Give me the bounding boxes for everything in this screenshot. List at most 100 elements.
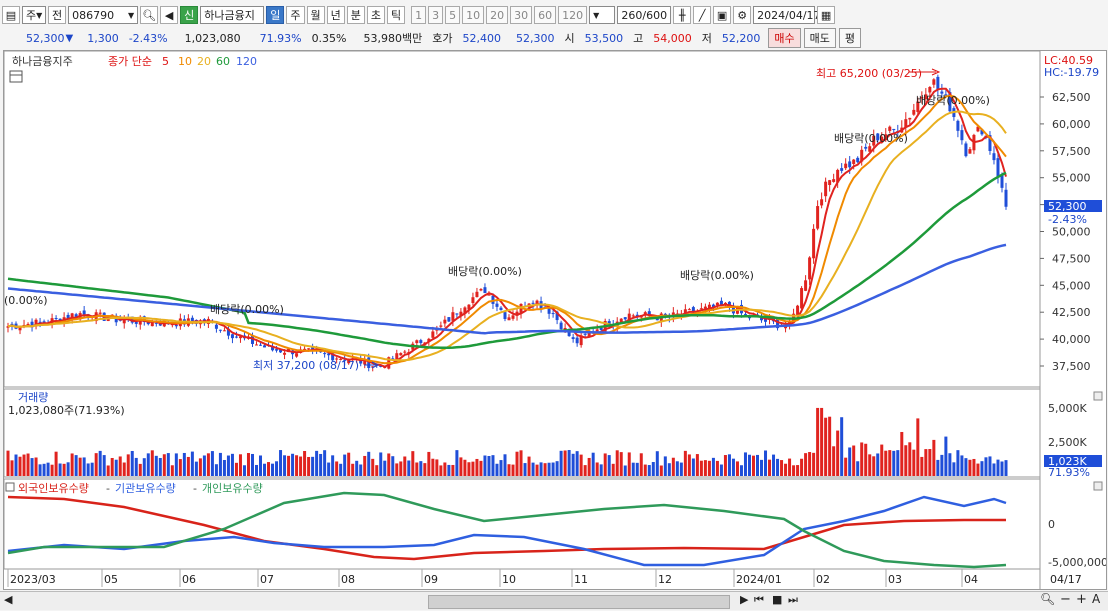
period-tab-2[interactable]: 월 <box>306 6 325 24</box>
period-tab-0[interactable]: 일 <box>266 6 285 24</box>
interval-tab-10[interactable]: 10 <box>462 6 485 24</box>
volume-bar <box>499 460 503 476</box>
interval-tab-20[interactable]: 20 <box>486 6 509 24</box>
volume-bar <box>920 456 924 476</box>
holders-panel-menu-icon[interactable] <box>1093 481 1103 491</box>
scroll-right-icon[interactable]: ▶ <box>740 593 748 606</box>
volume-bar <box>10 460 14 476</box>
buy-button[interactable]: 매수 <box>768 28 801 48</box>
xaxis-label: 05 <box>104 573 118 586</box>
candle-icon[interactable]: ╫ <box>673 6 692 24</box>
minus-icon[interactable]: − <box>1060 592 1071 607</box>
save-icon[interactable]: ▣ <box>713 6 732 24</box>
holders-checkbox[interactable] <box>5 482 15 492</box>
volume-bar <box>359 464 363 476</box>
volume-bar <box>503 454 507 476</box>
volume-bar <box>884 450 888 476</box>
candle-body <box>844 163 848 169</box>
speaker-icon[interactable]: ◀ <box>160 6 179 24</box>
low-label: 저 <box>701 32 712 45</box>
prev-button[interactable]: 전 <box>48 6 67 24</box>
price-ytick-label: 42,500 <box>1052 306 1091 319</box>
candle-body <box>996 158 1000 178</box>
volume-bar <box>719 464 723 476</box>
candle-body <box>631 315 635 317</box>
volume-bar <box>339 463 343 476</box>
volume-bar <box>178 459 182 476</box>
volume-bar <box>800 458 804 476</box>
volume-bar <box>651 462 655 476</box>
volume-bar <box>808 452 812 476</box>
chart-area[interactable]: 하나금융지주 종가 단순 5 10 20 60 120 LC:40.59 HC:… <box>3 50 1107 590</box>
interval-tab-120[interactable]: 120 <box>558 6 588 24</box>
stock-chart[interactable]: 하나금융지주 종가 단순 5 10 20 60 120 LC:40.59 HC:… <box>4 51 1106 589</box>
stop-icon[interactable]: ■ <box>772 593 782 606</box>
code-input[interactable]: 086790 ▼ <box>68 6 139 24</box>
volume-panel-menu-icon[interactable] <box>1093 391 1103 401</box>
volume-bar <box>351 463 355 476</box>
first-icon[interactable]: ⏮ <box>754 593 764 607</box>
candle-body <box>531 302 535 304</box>
volume-bar <box>483 455 487 476</box>
period-tab-1[interactable]: 주 <box>286 6 305 24</box>
search-icon[interactable]: 🔍︎ <box>140 6 159 24</box>
scroll-left-icon[interactable]: ◀ <box>4 593 12 606</box>
candle-body <box>295 353 299 357</box>
gear-icon[interactable]: ⚙ <box>733 6 752 24</box>
auto-icon[interactable]: A <box>1092 592 1100 606</box>
candle-body <box>54 318 58 320</box>
last-icon[interactable]: ⏭ <box>788 593 798 607</box>
volume-bar <box>711 457 715 476</box>
volume-bar <box>567 450 571 476</box>
volume-bar <box>916 418 920 476</box>
volume-bar <box>259 455 263 476</box>
candle-body <box>828 180 832 185</box>
interval-tab-5[interactable]: 5 <box>445 6 461 24</box>
volume-bar <box>174 453 178 476</box>
candle-body <box>475 291 479 298</box>
down-arrow-icon: ▼ <box>65 32 74 44</box>
volume-bar <box>944 436 948 476</box>
kind-select[interactable]: 주 ▼ <box>22 6 46 24</box>
legend-foreign: 외국인보유수량 <box>18 482 89 495</box>
calendar-icon[interactable]: ▦ <box>817 6 836 24</box>
draw-icon[interactable]: ╱ <box>693 6 712 24</box>
ask-price: 52,400 <box>462 31 502 45</box>
interval-dropdown[interactable]: ▼ <box>589 6 616 24</box>
period-tab-5[interactable]: 초 <box>366 6 385 24</box>
period-tab-3[interactable]: 년 <box>326 6 345 24</box>
price-ytick-label: 40,000 <box>1052 333 1091 346</box>
sell-button[interactable]: 매도 <box>803 28 836 48</box>
candle-body <box>743 313 747 315</box>
plus-icon[interactable]: + <box>1076 592 1087 607</box>
horizontal-scrollbar[interactable]: ◀ ▶ ⏮ ■ ⏭ 🔍︎ − + A <box>0 591 1108 610</box>
candle-body <box>812 228 816 259</box>
volume-bar <box>872 456 876 476</box>
volume-bar <box>22 454 26 476</box>
table-icon[interactable] <box>9 70 23 83</box>
volume-bar <box>6 450 10 476</box>
volume-bar <box>198 458 202 476</box>
scroll-thumb[interactable] <box>428 595 730 609</box>
date-input[interactable]: 2024/04/17 <box>753 6 821 24</box>
volume-bar <box>291 453 295 476</box>
interval-tab-30[interactable]: 30 <box>510 6 533 24</box>
period-tab-4[interactable]: 분 <box>346 6 365 24</box>
volume-bar <box>703 460 707 476</box>
volume-bar <box>30 458 34 476</box>
chart-type-icon[interactable]: ▤ <box>2 6 20 24</box>
eval-button[interactable]: 평 <box>838 28 861 48</box>
period-tab-6[interactable]: 틱 <box>387 6 406 24</box>
volume-bar <box>643 464 647 476</box>
candle-body <box>852 159 856 164</box>
volume-bar <box>547 462 551 476</box>
candle-body <box>796 305 800 316</box>
volume-bar <box>739 465 743 476</box>
zoom-out-icon[interactable]: 🔍︎ <box>1040 592 1055 606</box>
interval-tab-3[interactable]: 3 <box>428 6 444 24</box>
interval-tab-1[interactable]: 1 <box>411 6 427 24</box>
interval-tab-60[interactable]: 60 <box>534 6 557 24</box>
count-input[interactable]: 260/600 <box>617 6 672 24</box>
volume-bar <box>415 462 419 476</box>
volume-bar <box>587 457 591 476</box>
